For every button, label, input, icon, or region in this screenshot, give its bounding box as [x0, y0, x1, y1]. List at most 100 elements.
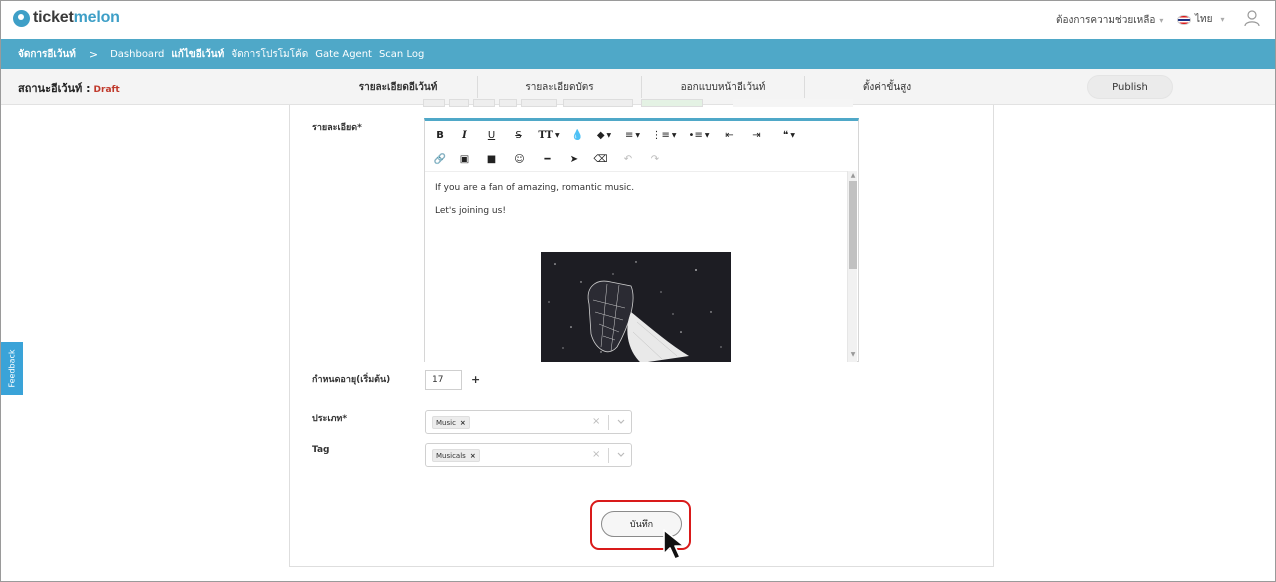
underline-button[interactable]: U — [478, 123, 505, 147]
emoji-button[interactable]: ☺ — [505, 147, 534, 171]
category-select[interactable]: Music × × — [425, 410, 632, 434]
map-control — [641, 99, 703, 107]
editor-scrollbar[interactable]: ▲ ▼ — [847, 171, 857, 362]
video-icon: ■ — [486, 153, 497, 165]
map-control — [449, 99, 469, 107]
horizontal-rule-button[interactable]: ━ — [534, 147, 561, 171]
select-divider — [608, 448, 609, 463]
strikethrough-button[interactable]: S — [505, 123, 532, 147]
quote-icon: ❝ — [782, 129, 789, 141]
chevron-down-icon[interactable] — [615, 448, 627, 462]
highlight-button[interactable]: ◆ ▼ — [589, 123, 619, 147]
age-label: กำหนดอายุ(เริ่มต้น) — [312, 375, 391, 385]
chevron-down-icon: ▼ — [704, 131, 710, 139]
outdent-icon: ⇤ — [725, 129, 734, 141]
chevron-down-icon: ▼ — [671, 131, 677, 139]
age-plus-sign: + — [471, 373, 481, 386]
italic-icon: I — [462, 129, 467, 141]
logo-text: ticketmelon — [33, 9, 120, 26]
chevron-right-icon: > — [88, 47, 99, 61]
font-size-button[interactable]: TT ▼ — [532, 123, 566, 147]
feedback-label: Feedback — [7, 349, 17, 388]
editor-content-area[interactable]: If you are a fan of amazing, romantic mu… — [425, 171, 847, 362]
map-strip — [423, 99, 859, 107]
bold-icon: B — [436, 129, 444, 141]
image-button[interactable]: ▣ — [451, 147, 478, 171]
bold-button[interactable]: B — [429, 123, 451, 147]
clear-icon[interactable]: × — [592, 416, 600, 427]
map-control — [499, 99, 517, 107]
eraser-button[interactable]: ⌫ — [587, 147, 614, 171]
ticketmelon-logo[interactable]: ticketmelon — [13, 9, 120, 27]
chevron-down-icon: ▾ — [1220, 15, 1225, 24]
italic-button[interactable]: I — [451, 123, 478, 147]
language-label: ไทย — [1195, 14, 1213, 25]
publish-button[interactable]: Publish — [1087, 75, 1173, 99]
align-button[interactable]: ≡ ▼ — [619, 123, 646, 147]
scrollbar-thumb[interactable] — [849, 181, 857, 269]
map-control — [563, 99, 633, 107]
tag-chip: Musicals × — [432, 449, 480, 462]
chip-label: Music — [436, 418, 456, 427]
quote-button[interactable]: ❝ ▼ — [770, 123, 808, 147]
language-selector[interactable]: ไทย ▾ — [1177, 12, 1225, 27]
highlight-icon: ◆ — [596, 129, 605, 141]
chevron-down-icon: ▼ — [606, 131, 612, 139]
chip-remove-icon[interactable]: × — [460, 419, 466, 427]
thai-flag-icon — [1177, 14, 1191, 25]
ordered-list-icon: ⋮≡ — [651, 129, 670, 141]
age-input[interactable]: 17 — [425, 370, 462, 390]
nav-item-scan-log[interactable]: Scan Log — [379, 49, 424, 60]
clear-icon[interactable]: × — [592, 449, 600, 460]
redo-icon: ↷ — [650, 153, 660, 165]
nav-item-promo-codes[interactable]: จัดการโปรโมโค้ด — [231, 47, 308, 62]
eraser-icon: ⌫ — [593, 153, 608, 165]
text-color-icon: 💧 — [571, 129, 584, 141]
chip-label: Musicals — [436, 451, 466, 460]
tag-select[interactable]: Musicals × × — [425, 443, 632, 467]
tag-label: Tag — [312, 445, 330, 455]
user-icon[interactable] — [1243, 9, 1261, 27]
redo-button[interactable]: ↷ — [642, 147, 668, 171]
category-chip: Music × — [432, 416, 470, 429]
chip-remove-icon[interactable]: × — [470, 452, 476, 460]
select-button[interactable]: ➤ — [561, 147, 587, 171]
unordered-list-button[interactable]: •≡ ▼ — [682, 123, 716, 147]
text-color-button[interactable]: 💧 — [566, 123, 589, 147]
editor-paragraph: Let's joining us! — [435, 206, 506, 216]
chevron-down-icon[interactable] — [615, 415, 627, 429]
mouse-cursor-icon — [663, 529, 685, 560]
nav-item-gate-agent[interactable]: Gate Agent — [315, 49, 372, 60]
event-status-label: สถานะอีเว้นท์ : — [18, 82, 91, 95]
indent-button[interactable]: ⇥ — [743, 123, 770, 147]
category-label: ประเภท* — [312, 414, 348, 424]
nav-item-dashboard[interactable]: Dashboard — [110, 49, 164, 60]
map-control — [473, 99, 495, 107]
feedback-tab[interactable]: Feedback — [1, 342, 23, 395]
scroll-down-icon[interactable]: ▼ — [849, 351, 857, 359]
image-icon: ▣ — [459, 153, 470, 165]
link-button[interactable]: 🔗 — [429, 147, 451, 171]
event-nav-bar: จัดการอีเว้นท์ > Dashboard แก้ไขอีเว้นท์… — [1, 39, 1275, 69]
logo-icon — [13, 9, 30, 27]
outdent-button[interactable]: ⇤ — [716, 123, 743, 147]
nav-item-edit-event[interactable]: แก้ไขอีเว้นท์ — [171, 47, 224, 62]
editor-toolbar-row-2: 🔗 ▣ ■ ☺ ━ ➤ ⌫ ↶ ↷ — [429, 147, 668, 171]
app-window: ticketmelon ต้องการความช่วยเหลือ ▾ ไทย ▾ … — [0, 0, 1276, 582]
nav-section-title[interactable]: จัดการอีเว้นท์ — [18, 47, 76, 62]
chevron-down-icon: ▼ — [790, 131, 795, 139]
video-button[interactable]: ■ — [478, 147, 505, 171]
indent-icon: ⇥ — [752, 129, 761, 141]
editor-toolbar-row-1: B I U S TT ▼ 💧 ◆ ▼ ≡ ▼ ⋮≡ ▼ •≡ ▼ ⇤ ⇥ ❝ ▼ — [429, 123, 808, 147]
event-status: สถานะอีเว้นท์ : Draft — [18, 79, 120, 97]
editor-paragraph: If you are a fan of amazing, romantic mu… — [435, 183, 635, 193]
link-icon: 🔗 — [433, 153, 447, 165]
help-menu[interactable]: ต้องการความช่วยเหลือ ▾ — [1056, 13, 1163, 28]
undo-button[interactable]: ↶ — [614, 147, 642, 171]
underline-icon: U — [487, 129, 496, 141]
scroll-up-icon[interactable]: ▲ — [849, 172, 857, 180]
help-label: ต้องการความช่วยเหลือ — [1056, 15, 1156, 26]
event-artwork-image[interactable] — [541, 252, 731, 362]
rich-text-editor: B I U S TT ▼ 💧 ◆ ▼ ≡ ▼ ⋮≡ ▼ •≡ ▼ ⇤ ⇥ ❝ ▼ 🔗 ▣ ■ ☺ ━ ➤ ⌫ ↶ ↷ If you … — [424, 118, 859, 362]
ordered-list-button[interactable]: ⋮≡ ▼ — [646, 123, 682, 147]
